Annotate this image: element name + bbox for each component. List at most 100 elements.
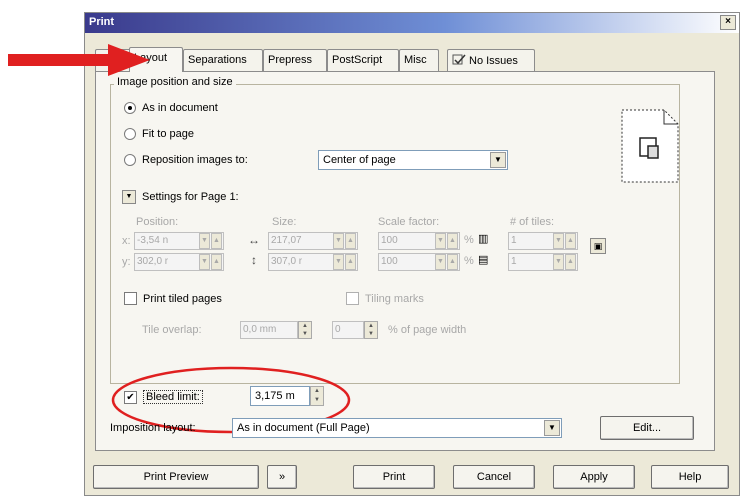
tile-overlap-field[interactable]: 0,0 mm <box>240 321 298 339</box>
double-arrow-icon: » <box>278 471 286 483</box>
spin-up-icon[interactable]: ▲ <box>565 233 576 249</box>
issues-check-icon <box>452 54 466 65</box>
position-label: Position: <box>136 216 179 228</box>
spin-up-icon[interactable]: ▲ <box>565 254 576 270</box>
spin-up-icon[interactable]: ▲ <box>345 233 356 249</box>
size-width-field[interactable]: 217,07 ▼ ▲ <box>268 232 358 250</box>
overlap-percent-field[interactable]: 0 <box>332 321 364 339</box>
tab-no-issues[interactable]: No Issues <box>447 49 535 71</box>
radio-as-in-document[interactable]: As in document <box>124 102 218 114</box>
help-label: Help <box>678 471 702 483</box>
size-height-value: 307,0 r <box>271 256 303 267</box>
scale-x-value: 100 <box>381 235 398 246</box>
annotation-arrow <box>8 44 150 76</box>
tiles-x-value: 1 <box>511 235 517 246</box>
tile-overlap-spinner[interactable]: ▲ ▼ <box>298 321 312 339</box>
checkbox-box <box>124 292 137 305</box>
radio-label: Fit to page <box>142 128 194 140</box>
print-label: Print <box>382 471 406 483</box>
spin-up-icon[interactable]: ▲ <box>345 254 356 270</box>
cancel-button[interactable]: Cancel <box>453 465 535 489</box>
imposition-label: Imposition layout: <box>110 422 196 434</box>
overlap-percent-spinner[interactable]: ▲ ▼ <box>364 321 378 339</box>
scale-y-field[interactable]: 100 ▼ ▲ <box>378 253 460 271</box>
position-y-field[interactable]: 302,0 r ▼ ▲ <box>134 253 224 271</box>
chevron-down-icon: ▼ <box>122 190 136 204</box>
radio-reposition[interactable]: Reposition images to: <box>124 154 248 166</box>
radio-fit-to-page[interactable]: Fit to page <box>124 128 194 140</box>
position-y-value: 302,0 r <box>137 256 169 267</box>
tiling-marks-checkbox[interactable]: Tiling marks <box>346 292 424 305</box>
cancel-label: Cancel <box>476 471 512 483</box>
scale-label: Scale factor: <box>378 216 440 228</box>
spin-down-icon[interactable]: ▼ <box>435 254 446 270</box>
spin-down-icon[interactable]: ▼ <box>199 233 210 249</box>
tile-overlap-label: Tile overlap: <box>142 324 202 336</box>
scale-y-value: 100 <box>381 256 398 267</box>
reposition-select[interactable]: Center of page ▼ <box>318 150 508 170</box>
tiles-label: # of tiles: <box>510 216 555 228</box>
tiles-horizontal-icon: ▥ <box>478 233 489 245</box>
dropdown-arrow-icon: ▼ <box>544 420 560 436</box>
help-button[interactable]: Help <box>651 465 729 489</box>
overlap-percent-label: % of page width <box>388 324 467 336</box>
scale-x-field[interactable]: 100 ▼ ▲ <box>378 232 460 250</box>
print-preview-button[interactable]: Print Preview <box>93 465 259 489</box>
tile-overlap-value: 0,0 mm <box>243 324 277 335</box>
percent-label: % <box>464 234 474 246</box>
tiles-y-field[interactable]: 1 ▼ ▲ <box>508 253 578 271</box>
dropdown-arrow-icon: ▼ <box>490 152 506 168</box>
window-title: Print <box>89 16 115 28</box>
percent-label: % <box>464 255 474 267</box>
overlap-percent-value: 0 <box>335 324 341 335</box>
tab-no-issues-label: No Issues <box>469 55 518 67</box>
radio-dot <box>124 102 136 114</box>
spin-up-icon[interactable]: ▲ <box>447 254 458 270</box>
spin-down-icon[interactable]: ▼ <box>553 233 564 249</box>
spin-up-icon[interactable]: ▲ <box>447 233 458 249</box>
expand-preview-button[interactable]: » <box>267 465 297 489</box>
close-button[interactable]: × <box>720 15 736 30</box>
spin-down-icon[interactable]: ▼ <box>435 233 446 249</box>
layout-panel: Image position and size As in document F… <box>95 71 715 451</box>
size-height-field[interactable]: 307,0 r ▼ ▲ <box>268 253 358 271</box>
tiling-marks-label: Tiling marks <box>365 292 424 305</box>
imposition-value: As in document (Full Page) <box>237 422 370 434</box>
x-label: x: <box>122 235 131 247</box>
spin-down-icon[interactable]: ▼ <box>553 254 564 270</box>
tab-misc[interactable]: Misc <box>399 49 439 71</box>
spin-down-icon[interactable]: ▼ <box>333 254 344 270</box>
print-button[interactable]: Print <box>353 465 435 489</box>
spin-up-icon[interactable]: ▲ <box>211 254 222 270</box>
checkbox-box <box>346 292 359 305</box>
titlebar: Print × <box>85 13 739 33</box>
y-label: y: <box>122 256 131 268</box>
spin-down-icon[interactable]: ▼ <box>199 254 210 270</box>
position-x-field[interactable]: -3,54 n ▼ ▲ <box>134 232 224 250</box>
radio-label: Reposition images to: <box>142 154 248 166</box>
tab-separations[interactable]: Separations <box>183 49 263 71</box>
apply-button[interactable]: Apply <box>553 465 635 489</box>
reposition-value: Center of page <box>323 154 396 166</box>
print-tiled-checkbox[interactable]: Print tiled pages <box>124 292 222 305</box>
edit-button[interactable]: Edit... <box>600 416 694 440</box>
tab-misc-label: Misc <box>404 54 427 66</box>
settings-toggle[interactable]: ▼ Settings for Page 1: <box>122 190 239 204</box>
page-preview-icon <box>621 109 679 183</box>
tiles-x-field[interactable]: 1 ▼ ▲ <box>508 232 578 250</box>
spin-down-icon[interactable]: ▼ <box>333 233 344 249</box>
lock-icon[interactable]: ▣ <box>590 238 606 254</box>
tab-prepress[interactable]: Prepress <box>263 49 327 71</box>
print-tiled-label: Print tiled pages <box>143 292 222 305</box>
close-icon: × <box>725 16 731 27</box>
size-width-value: 217,07 <box>271 235 302 246</box>
tiles-vertical-icon: ▤ <box>478 254 489 266</box>
tab-postscript[interactable]: PostScript <box>327 49 399 71</box>
imposition-select[interactable]: As in document (Full Page) ▼ <box>232 418 562 438</box>
tiles-y-value: 1 <box>511 256 517 267</box>
radio-label: As in document <box>142 102 218 114</box>
height-arrows-icon: ↕ <box>251 253 257 267</box>
spin-up-icon[interactable]: ▲ <box>211 233 222 249</box>
edit-label: Edit... <box>632 422 662 434</box>
size-label: Size: <box>272 216 297 228</box>
